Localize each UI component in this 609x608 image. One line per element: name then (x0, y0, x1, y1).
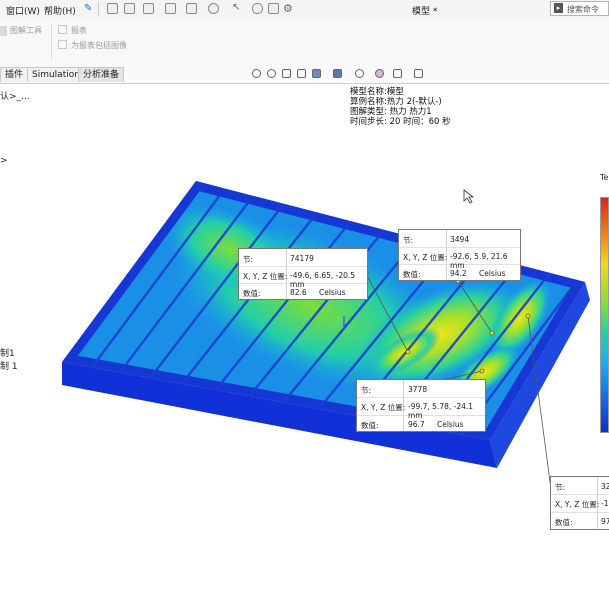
xyz-label: X, Y, Z 位置: (361, 403, 406, 412)
temperature-value: 97 (601, 517, 609, 526)
node-label: 节: (243, 255, 254, 264)
xyz-label: X, Y, Z 位置: (555, 500, 600, 509)
cursor-icon (463, 189, 475, 204)
node-label: 节: (555, 483, 566, 492)
separator (399, 247, 520, 248)
unit-text: Celsius (479, 269, 506, 278)
xyz-label: X, Y, Z 位置: (243, 272, 288, 281)
temperature-legend-bar (600, 197, 609, 433)
unit-text: Celsius (319, 288, 346, 297)
xyz-value: -92.6, 5.9, 21.6 mm (450, 252, 508, 270)
xyz-label: X, Y, Z 位置: (403, 253, 448, 262)
xyz-value: -49.6, 6.65, -20.5 mm (290, 271, 356, 289)
temperature-value: 96.7 (408, 420, 425, 429)
temperature-value: 94.2 (450, 269, 467, 278)
separator (239, 266, 367, 267)
probe-callout-1[interactable]: 节: 74179 X, Y, Z 位置: -49.6, 6.65, -20.5 … (238, 248, 368, 300)
separator (357, 397, 485, 398)
thermal-plot-viewport[interactable] (0, 0, 609, 608)
node-label: 节: (361, 386, 372, 395)
value-label: 数值: (403, 270, 421, 279)
value-label: 数值: (243, 289, 261, 298)
temperature-value: 82.6 (290, 288, 307, 297)
xyz-value: -10 (601, 499, 609, 508)
node-value: 3494 (450, 235, 470, 244)
xyz-value: -99.7, 5.78, -24.1 mm (408, 402, 474, 420)
node-value: 32 (601, 482, 609, 491)
value-label: 数值: (555, 518, 573, 527)
legend-label: Te (600, 173, 609, 182)
value-label: 数值: (361, 421, 379, 430)
probe-callout-2[interactable]: 节: 3494 X, Y, Z 位置: -92.6, 5.9, 21.6 mm … (398, 229, 521, 281)
probe-callout-4[interactable]: 节: 32 X, Y, Z 位置: -10 数值: 97 (550, 476, 609, 530)
node-value: 74179 (290, 254, 314, 263)
separator (551, 494, 609, 495)
probe-callout-3[interactable]: 节: 3778 X, Y, Z 位置: -99.7, 5.78, -24.1 m… (356, 379, 486, 432)
node-label: 节: (403, 236, 414, 245)
node-value: 3778 (408, 385, 428, 394)
unit-text: Celsius (437, 420, 464, 429)
separator (551, 512, 609, 513)
